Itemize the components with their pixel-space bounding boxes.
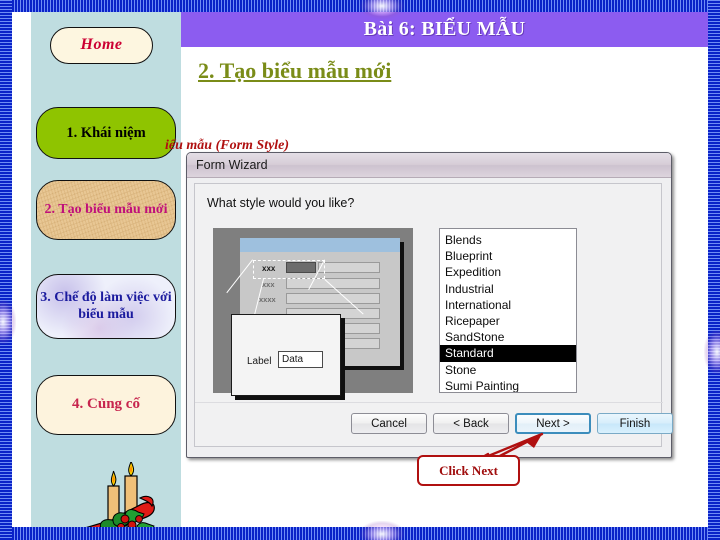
- preview-row-label: xxxx: [259, 295, 276, 304]
- style-option[interactable]: Industrial: [440, 281, 576, 297]
- style-preview: xxx xxx xxxx Label Data: [213, 228, 413, 396]
- slide-header: Bài 6: BIỂU MẪU: [181, 12, 708, 47]
- dialog-body: What style would you like? xxx xxx xxxx: [194, 183, 673, 449]
- finish-button[interactable]: Finish: [597, 413, 673, 434]
- dialog-question: What style would you like?: [207, 196, 355, 210]
- cancel-button[interactable]: Cancel: [351, 413, 427, 434]
- slide-canvas: Home 1. Khái niệm 2. Tạo biểu mẫu mới 3.…: [0, 0, 720, 540]
- preview-form-mockup: xxx xxx xxxx Label Data: [226, 238, 400, 396]
- style-option[interactable]: Blends: [440, 232, 576, 248]
- detail-label-text: Label: [247, 356, 272, 367]
- style-option[interactable]: Sumi Painting: [440, 378, 576, 392]
- style-option[interactable]: Blueprint: [440, 248, 576, 264]
- slide-subtitle: 2. Tạo biểu mẫu mới: [198, 58, 392, 83]
- style-option[interactable]: International: [440, 297, 576, 313]
- sidebar-item-muc2[interactable]: 2. Tạo biểu mẫu mới: [36, 180, 176, 240]
- back-button-label: < Back: [453, 417, 489, 430]
- sparkle-icon: [704, 330, 720, 374]
- magnified-detail-box: Label Data: [231, 314, 341, 396]
- sidebar-item-label: 3. Chế độ làm việc với biểu mẫu: [40, 290, 172, 322]
- magnifier-leader-line: [226, 259, 253, 294]
- sidebar-item-label: 1. Khái niệm: [66, 124, 146, 141]
- page-title: Bài 6: BIỂU MẪU: [363, 18, 526, 40]
- style-option[interactable]: Expedition: [440, 264, 576, 280]
- back-button[interactable]: < Back: [433, 413, 509, 434]
- style-option[interactable]: Stone: [440, 362, 576, 378]
- sparkle-icon: [360, 0, 404, 19]
- click-next-annotation: Click Next: [417, 455, 520, 486]
- next-button-label: Next >: [536, 417, 570, 430]
- sidebar-item-home[interactable]: Home: [50, 27, 153, 64]
- preview-row-field: [318, 262, 380, 273]
- form-wizard-dialog: Form Wizard What style would you like? x…: [186, 152, 673, 458]
- dialog-title: Form Wizard: [196, 158, 268, 172]
- preview-row-field: [286, 293, 380, 304]
- frame-border-left: [0, 0, 12, 540]
- sidebar-gutter: [12, 12, 31, 527]
- style-option[interactable]: SandStone: [440, 329, 576, 345]
- preview-form-header: [240, 238, 400, 252]
- sidebar-item-label: 2. Tạo biểu mẫu mới: [44, 201, 168, 217]
- detail-data-field: Data: [278, 351, 323, 368]
- sidebar: Home 1. Khái niệm 2. Tạo biểu mẫu mới 3.…: [31, 12, 181, 527]
- cancel-button-label: Cancel: [371, 417, 407, 430]
- style-listbox[interactable]: Blends Blueprint Expedition Industrial Inter…: [439, 228, 577, 393]
- dialog-button-row: Cancel < Back Next > Finish: [195, 402, 673, 449]
- sidebar-item-muc1[interactable]: 1. Khái niệm: [36, 107, 176, 159]
- sparkle-icon: [360, 521, 404, 540]
- frame-border-right: [708, 0, 720, 540]
- finish-button-label: Finish: [619, 417, 651, 430]
- preview-row-label: xxx: [262, 280, 275, 289]
- next-button[interactable]: Next >: [515, 413, 591, 434]
- style-option[interactable]: Ricepaper: [440, 313, 576, 329]
- sidebar-item-label: 4. Củng cố: [72, 396, 140, 413]
- dialog-title-bar[interactable]: Form Wizard: [187, 153, 671, 178]
- sidebar-item-muc3[interactable]: 3. Chế độ làm việc với biểu mẫu: [36, 274, 176, 339]
- style-option-selected[interactable]: Standard: [440, 345, 576, 362]
- sidebar-item-label: Home: [80, 36, 123, 54]
- candles-holly-icon: [86, 462, 155, 527]
- sidebar-item-muc4[interactable]: 4. Củng cố: [36, 375, 176, 435]
- sparkle-icon: [0, 300, 16, 344]
- click-next-label: Click Next: [439, 462, 498, 478]
